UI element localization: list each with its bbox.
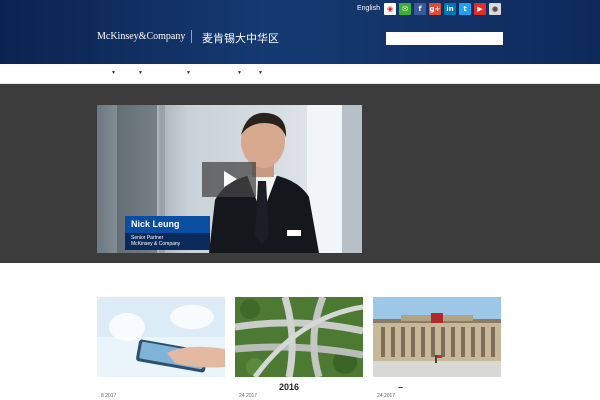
article-card-1-image[interactable]	[97, 297, 225, 377]
google-plus-icon[interactable]: g+	[429, 3, 441, 15]
youtube-icon[interactable]: ▶	[474, 3, 486, 15]
tablet-hand-image	[97, 297, 225, 377]
logo-divider	[191, 30, 192, 43]
play-icon	[224, 171, 237, 187]
social-icons: ◉ ✉ f g+ in t ▶ ●	[384, 3, 501, 15]
great-hall-image	[373, 297, 501, 377]
search-input[interactable]	[386, 32, 503, 45]
nav-dropdown-3-chevron-down-icon[interactable]: ▼	[186, 70, 191, 76]
twitter-icon[interactable]: t	[459, 3, 471, 15]
site-header	[0, 0, 600, 64]
article-card-2-image[interactable]	[235, 297, 363, 377]
nav-dropdown-2-chevron-down-icon[interactable]: ▼	[138, 70, 143, 76]
nav-dropdown-4-chevron-down-icon[interactable]: ▼	[237, 70, 242, 76]
section-dash: –	[398, 382, 404, 392]
main-nav: ▼ ▼ ▼ ▼ ▼	[0, 64, 600, 84]
language-link-english[interactable]: English	[357, 5, 380, 12]
speaker-name: Nick Leung	[125, 216, 210, 233]
apple-icon[interactable]: ●	[489, 3, 501, 15]
nav-dropdown-5-chevron-down-icon[interactable]: ▼	[258, 70, 263, 76]
article-card-2-date: 24 2017	[239, 393, 258, 399]
facebook-icon[interactable]: f	[414, 3, 426, 15]
section-year: 2016	[279, 382, 300, 392]
linkedin-icon[interactable]: in	[444, 3, 456, 15]
brand-logo[interactable]: McKinsey&Company	[97, 31, 185, 42]
speaker-company: McKinsey & Company	[131, 241, 181, 248]
play-button[interactable]	[202, 162, 256, 197]
brand-name-cn[interactable]: 麦肯锡大中华区	[202, 30, 279, 46]
nav-dropdown-1-chevron-down-icon[interactable]: ▼	[111, 70, 116, 76]
article-card-3-image[interactable]	[373, 297, 501, 377]
speaker-title-block: Senior Partner McKinsey & Company	[125, 233, 210, 250]
article-card-1-date: 8 2017	[101, 393, 117, 399]
wechat-icon[interactable]: ✉	[399, 3, 411, 15]
article-card-3-date: 24 2017	[377, 393, 396, 399]
highway-interchange-image	[235, 297, 363, 377]
weibo-icon[interactable]: ◉	[384, 3, 396, 15]
